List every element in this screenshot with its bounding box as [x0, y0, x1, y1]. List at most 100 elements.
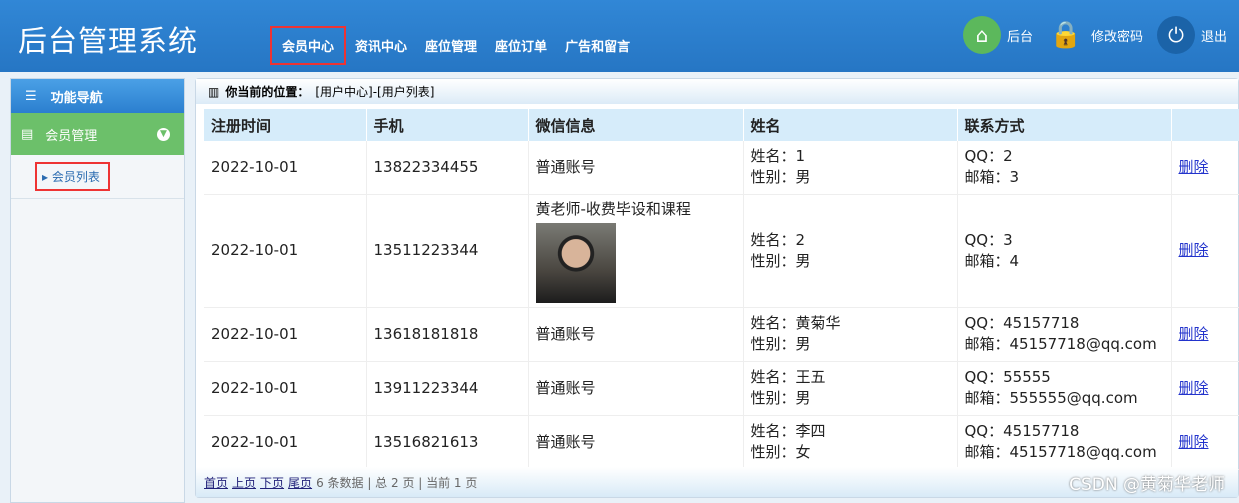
user-gender: 性别：男: [750, 335, 811, 353]
user-email: 邮箱：555555@qq.com: [964, 389, 1138, 407]
phone: 13911223344: [366, 361, 529, 416]
col-contact: 联系方式: [957, 109, 1172, 141]
change-password-button[interactable]: 🔒 修改密码: [1047, 16, 1143, 54]
action-cell: 删除: [1171, 194, 1239, 308]
logout-button[interactable]: ⏻ 退出: [1156, 16, 1227, 54]
sidebar: ☰ 功能导航 ▤ 会员管理 ▼ ▸ 会员列表: [10, 78, 185, 503]
next-page-link[interactable]: 下页: [260, 474, 284, 491]
nav-seat-orders[interactable]: 座位订单: [486, 26, 556, 65]
name-cell: 姓名：2 性别：男: [743, 194, 958, 308]
user-name: 姓名：王五: [750, 368, 826, 386]
wechat-cell: 黄老师-收费毕设和课程: [528, 194, 744, 308]
breadcrumb-label: 你当前的位置：: [225, 85, 310, 99]
header: 后台管理系统 会员中心 资讯中心 座位管理 座位订单 广告和留言 ⌂ 后台 🔒 修改…: [0, 0, 1239, 72]
name-cell: 姓名：李四 性别：女: [743, 415, 958, 470]
user-table: 注册时间 手机 微信信息 姓名 联系方式 2022-10-01 13822334…: [204, 109, 1239, 470]
user-gender: 性别：男: [750, 251, 811, 270]
delete-link[interactable]: 删除: [1179, 325, 1209, 343]
register-time: 2022-10-01: [204, 415, 367, 470]
contact-cell: QQ：45157718 邮箱：45157718@qq.com: [957, 415, 1172, 470]
lock-icon: 🔒: [1049, 20, 1083, 50]
user-qq: QQ：55555: [964, 368, 1051, 386]
action-cell: 删除: [1171, 307, 1239, 362]
name-cell: 姓名：黄菊华 性别：男: [743, 307, 958, 362]
change-password-label: 修改密码: [1090, 29, 1143, 45]
power-icon: ⏻: [1156, 16, 1195, 54]
breadcrumb: ▥ 你当前的位置： [用户中心]-[用户列表]: [196, 79, 1238, 104]
user-gender: 性别：女: [750, 443, 811, 461]
delete-link[interactable]: 删除: [1179, 241, 1209, 259]
nav-member-center[interactable]: 会员中心: [270, 26, 347, 65]
table-row: 2022-10-01 13618181818 普通账号 姓名：黄菊华 性别：男 Q…: [204, 307, 1239, 362]
nav-seat-management[interactable]: 座位管理: [416, 26, 486, 65]
wechat-info: 普通账号: [535, 324, 596, 343]
phone: 13511223344: [366, 194, 529, 308]
phone: 13516821613: [366, 415, 529, 470]
sidebar-group-label: 会员管理: [45, 128, 98, 144]
prev-page-link[interactable]: 上页: [232, 474, 256, 491]
member-icon: ▤: [21, 126, 34, 142]
sidebar-group-member-management[interactable]: ▤ 会员管理 ▼: [11, 113, 184, 155]
col-register-time: 注册时间: [204, 109, 367, 141]
sidebar-item-member-list[interactable]: ▸ 会员列表: [35, 162, 110, 191]
action-cell: 删除: [1171, 141, 1239, 195]
action-cell: 删除: [1171, 361, 1239, 416]
home-button[interactable]: ⌂ 后台: [962, 16, 1033, 54]
first-page-link[interactable]: 首页: [204, 474, 228, 491]
home-icon: ⌂: [962, 16, 1001, 54]
wechat-cell: 普通账号: [528, 141, 744, 195]
col-action: [1171, 109, 1239, 141]
contact-cell: QQ：3 邮箱：4: [957, 194, 1172, 308]
panel-icon: ▥: [208, 84, 220, 99]
user-email: 邮箱：45157718@qq.com: [964, 443, 1157, 461]
user-qq: QQ：45157718: [964, 422, 1080, 440]
delete-link[interactable]: 删除: [1179, 158, 1209, 176]
wechat-info: 普通账号: [535, 157, 596, 176]
nav-ads-messages[interactable]: 广告和留言: [556, 26, 639, 65]
user-email: 邮箱：45157718@qq.com: [964, 335, 1157, 353]
name-cell: 姓名：王五性别：男: [743, 361, 958, 416]
user-name: 姓名：2: [750, 230, 806, 249]
user-name: 姓名：黄菊华: [750, 314, 841, 332]
wechat-info: 普通账号: [535, 378, 596, 397]
user-gender: 性别：男: [750, 389, 811, 407]
table-row: 2022-10-01 13516821613 普通账号 姓名：李四 性别：女 QQ…: [204, 415, 1239, 470]
register-time: 2022-10-01: [204, 194, 367, 308]
pagination-info: 6 条数据 | 总 2 页 | 当前 1 页: [316, 475, 478, 490]
user-qq: QQ：2: [964, 147, 1013, 166]
action-cell: 删除: [1171, 415, 1239, 470]
table-row: 2022-10-01 13511223344 黄老师-收费毕设和课程 姓名：2 性…: [204, 194, 1239, 308]
contact-cell: QQ：55555 邮箱：555555@qq.com: [957, 361, 1172, 416]
sidebar-item-label: 会员列表: [51, 170, 100, 184]
last-page-link[interactable]: 尾页: [288, 474, 312, 491]
wechat-nickname: 黄老师-收费毕设和课程: [535, 199, 691, 218]
logout-label: 退出: [1200, 29, 1227, 45]
sidebar-header: ☰ 功能导航: [11, 79, 184, 113]
wechat-info: 普通账号: [535, 432, 596, 451]
main-panel: ▥ 你当前的位置： [用户中心]-[用户列表] 注册时间 手机 微信信息 姓名 联系…: [195, 78, 1239, 498]
col-phone: 手机: [366, 109, 529, 141]
app-title: 后台管理系统: [18, 24, 199, 58]
register-time: 2022-10-01: [204, 141, 367, 195]
top-nav: 会员中心 资讯中心 座位管理 座位订单 广告和留言: [270, 26, 639, 65]
user-qq: QQ：45157718: [964, 314, 1080, 332]
user-gender: 性别：男: [750, 168, 811, 187]
table-row: 2022-10-01 13822334455 普通账号 姓名：1 性别：男 QQ：…: [204, 141, 1239, 195]
wechat-cell: 普通账号: [528, 307, 744, 362]
register-time: 2022-10-01: [204, 361, 367, 416]
nav-news-center[interactable]: 资讯中心: [346, 26, 416, 65]
list-icon: ☰: [25, 88, 37, 104]
user-name: 姓名：1: [750, 147, 806, 166]
delete-link[interactable]: 删除: [1179, 433, 1209, 451]
phone: 13822334455: [366, 141, 529, 195]
table-row: 2022-10-01 13911223344 普通账号 姓名：王五性别：男 QQ…: [204, 361, 1239, 416]
phone: 13618181818: [366, 307, 529, 362]
user-qq: QQ：3: [964, 230, 1013, 249]
watermark: CSDN @黄菊华老师: [1069, 475, 1225, 495]
col-wechat: 微信信息: [528, 109, 744, 141]
wechat-cell: 普通账号: [528, 361, 744, 416]
chevron-down-icon: ▼: [157, 127, 170, 141]
contact-cell: QQ：2 邮箱：3: [957, 141, 1172, 195]
col-name: 姓名: [743, 109, 958, 141]
delete-link[interactable]: 删除: [1179, 379, 1209, 397]
